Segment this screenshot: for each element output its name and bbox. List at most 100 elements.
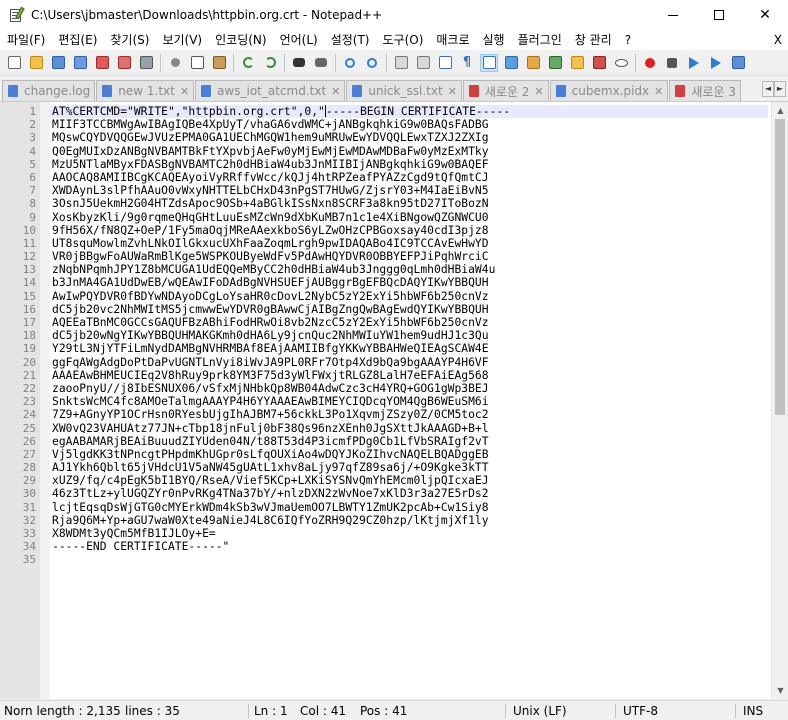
code-line[interactable]: Q0EgMUIxDzANBgNVBAMTBkFtYXpvbjAeFw0yMjEw… (52, 145, 768, 158)
code-line[interactable]: X8WDMt3yQCm5MfB1IJLOy+E= (52, 527, 768, 540)
code-line[interactable]: AQEEaTBnMC0GCCsGAQUFBzABhiFodHRwOi8vb2Nz… (52, 316, 768, 329)
word-wrap-button[interactable] (436, 54, 454, 72)
code-line[interactable]: lcjtEqsqDsWjGTG0cMYErkWDm4kSb3wVJmaUemOO… (52, 501, 768, 514)
stop-macro-button[interactable] (663, 54, 681, 72)
code-line[interactable]: MIIF3TCCBMWgAwIBAgIQBe4XpUyT/vhaGA6vdWMC… (52, 118, 768, 131)
code-line[interactable]: UT8squMowlmZvhLNkOIlGkxucUXhFaaZoqmLrgh9… (52, 237, 768, 250)
code-line[interactable]: MzU5NTlaMByxFDASBgNVBAMTC2h0dHBiaW4ub3Jn… (52, 158, 768, 171)
tab-scroll-right-button[interactable]: ► (774, 81, 786, 97)
close-file-button[interactable] (93, 54, 111, 72)
current-line[interactable]: AT%CERTCMD="WRITE","httpbin.org.crt",0,"… (50, 105, 768, 119)
menu-language[interactable]: 언어(L) (273, 30, 324, 50)
monitoring-button[interactable] (612, 54, 630, 72)
sync-vertical-button[interactable] (392, 54, 410, 72)
menu-edit[interactable]: 편집(E) (51, 30, 103, 50)
scroll-up-button[interactable]: ▲ (772, 102, 788, 119)
code-line[interactable]: AwIwPQYDVR0fBDYwNDAyoDCgLoYsaHR0cDovL2Ny… (52, 290, 768, 303)
minimize-button[interactable] (650, 0, 696, 30)
menu-plugins[interactable]: 플러그인 (511, 30, 568, 50)
code-line[interactable]: -----END CERTIFICATE-----" (52, 540, 768, 553)
record-macro-button[interactable] (641, 54, 659, 72)
language-define-button[interactable] (502, 54, 520, 72)
menu-window[interactable]: 창 관리 (568, 30, 618, 50)
menu-view[interactable]: 보기(V) (155, 30, 208, 50)
function-list-button[interactable] (546, 54, 564, 72)
code-line[interactable]: 3OsnJ5UekmH2G04HTZdsApoc9OSb+4aBGlkISsNx… (52, 197, 768, 210)
tab-scroll-left-button[interactable]: ◄ (762, 81, 774, 97)
code-line[interactable]: MQswCQYDVQQGEwJVUzEPMA0GA1UEChMGQW1hem9u… (52, 131, 768, 144)
code-line[interactable]: dC5jb20wNgYIKwYBBQUHMAKGKmh0dHA6Ly9jcnQu… (52, 329, 768, 342)
menu-tools[interactable]: 도구(O) (376, 30, 430, 50)
copy-button[interactable] (188, 54, 206, 72)
code-line[interactable]: xUZ9/fq/c4pEgK5bI1BYQ/RseA/Vief5KCp+LXKi… (52, 474, 768, 487)
tab-close-icon[interactable]: ✕ (654, 85, 663, 98)
tab-new-3[interactable]: 새로운 3 (669, 80, 741, 101)
code-line[interactable]: egAABAMARjBEAiBuuudZIYUden04N/t88T53d4P3… (52, 435, 768, 448)
play-multiple-button[interactable] (707, 54, 725, 72)
maximize-button[interactable] (696, 0, 742, 30)
paste-button[interactable] (210, 54, 228, 72)
code-line[interactable]: b3JnMA4GA1UdDwEB/wQEAwIFoDAdBgNVHSUEFjAU… (52, 276, 768, 289)
sync-horizontal-button[interactable] (414, 54, 432, 72)
tab-unick-ssl[interactable]: unick_ssl.txt ✕ (346, 80, 462, 101)
close-all-button[interactable] (115, 54, 133, 72)
scroll-down-button[interactable]: ▼ (772, 682, 788, 699)
menu-run[interactable]: 실행 (476, 30, 511, 50)
code-line[interactable]: 7Z9+AGnyYP1OCrHsn0RYesbUjgIhAJBM7+56ckkL… (52, 408, 768, 421)
tab-close-icon[interactable]: ✕ (534, 85, 543, 98)
folder-workspace-button[interactable] (568, 54, 586, 72)
menu-encoding[interactable]: 인코딩(N) (208, 30, 272, 50)
code-line[interactable]: VR0jBBgwFoAUWaRmBlKge5WSPKOUByeWdFv5PdAw… (52, 250, 768, 263)
code-line[interactable]: XWDAynL3slPfhAAuO0vWxyNHTTELbCHxD43nPgST… (52, 184, 768, 197)
close-button[interactable]: ✕ (742, 0, 788, 30)
tab-close-icon[interactable]: ✕ (331, 85, 340, 98)
zoom-out-button[interactable] (363, 54, 381, 72)
open-file-button[interactable] (27, 54, 45, 72)
cut-button[interactable] (166, 54, 184, 72)
code-line[interactable]: XW0vQ23VAHUAtz77JN+cTbp18jnFulj0bF38Qs96… (52, 422, 768, 435)
text-area[interactable]: AT%CERTCMD="WRITE","httpbin.org.crt",0,"… (50, 105, 768, 567)
show-all-chars-button[interactable]: ¶ (458, 54, 476, 72)
tab-close-icon[interactable]: ✕ (180, 85, 189, 98)
redo-button[interactable] (261, 54, 279, 72)
code-line[interactable]: 9fH56X/fN8QZ+OeP/1Fy5maOqjMReAAexkboS6yL… (52, 224, 768, 237)
tab-new-1[interactable]: new 1.txt ✕ (96, 80, 195, 101)
new-file-button[interactable] (5, 54, 23, 72)
menu-macro[interactable]: 매크로 (429, 30, 475, 50)
vertical-scrollbar[interactable]: ▲ ▼ (771, 102, 788, 699)
code-line[interactable]: AJ1Ykh6Qblt65jVHdcU1V5aNW45gUAtL1xhv8aLj… (52, 461, 768, 474)
tab-aws-iot-atcmd[interactable]: aws_iot_atcmd.txt ✕ (195, 80, 346, 101)
undo-button[interactable] (239, 54, 257, 72)
tab-cubemx-pidx[interactable]: cubemx.pidx ✕ (549, 80, 669, 101)
menu-file[interactable]: 파일(F) (0, 30, 51, 50)
code-line[interactable]: Y29tL3NjYTFiLmNydDAMBgNVHRMBAf8EAjAAMIIB… (52, 342, 768, 355)
menu-help[interactable]: ? (618, 30, 637, 50)
code-line[interactable]: Vj5lgdKK3tNPncgtPHpdmKhUGpr0sLfqOUXiAo4w… (52, 448, 768, 461)
save-button[interactable] (49, 54, 67, 72)
save-macro-button[interactable] (729, 54, 747, 72)
close-document-button[interactable]: X (774, 30, 782, 50)
code-line[interactable]: XosKbyzKli/9g0rqmeQHqGHtLuuEsMZcWn9dXbKu… (52, 211, 768, 224)
zoom-in-button[interactable] (341, 54, 359, 72)
code-line[interactable]: 46z3TtLz+ylUGQZYr0nPvRKg4TNa37bY/+nlzDXN… (52, 487, 768, 500)
code-line[interactable]: zaooPnyU//j8IbESNUX06/vSfxMjNHbkQp8WB04A… (52, 382, 768, 395)
menu-search[interactable]: 찾기(S) (103, 30, 155, 50)
tab-change-log[interactable]: change.log (2, 80, 96, 101)
code-line[interactable]: AAAEAwBHMEUCIEq2V8hRuy9prk8YM3F75d3yWlFW… (52, 369, 768, 382)
code-line[interactable]: AAOCAQ8AMIIBCgKCAQEAyoiVyRRffvWcc/kQJj4h… (52, 171, 768, 184)
code-line[interactable]: dC5jb20vc2NhMWItMS5jcmwwEwYDVR0gBAwwCjAI… (52, 303, 768, 316)
menu-settings[interactable]: 설정(T) (324, 30, 376, 50)
scrollbar-thumb[interactable] (775, 119, 785, 415)
tab-new-2[interactable]: 새로운 2 ✕ (462, 80, 549, 101)
code-line[interactable]: SnktsWcMC4fc8AMOeTalmgAAAYP4H6YYAAAEAwBI… (52, 395, 768, 408)
code-line[interactable]: zNqbNPqmhJPY1Z8bMCUGA1UdEQQeMByCC2h0dHBi… (52, 263, 768, 276)
find-button[interactable] (290, 54, 308, 72)
tab-close-icon[interactable]: ✕ (448, 85, 457, 98)
indent-guide-button[interactable] (480, 53, 498, 72)
doc-map-button[interactable] (524, 54, 542, 72)
code-line[interactable] (52, 553, 768, 566)
code-line[interactable]: ggFqAWgAdgDoPtDaPvUGNTLnVyi8iWvJA9PL0RFr… (52, 356, 768, 369)
editor[interactable]: 1 2 3 4 5 6 7 8 9 10 11 12 13 14 15 16 17 18 19 20 21 22 23 24 2… (0, 101, 788, 699)
play-macro-button[interactable] (685, 54, 703, 72)
replace-button[interactable] (312, 54, 330, 72)
